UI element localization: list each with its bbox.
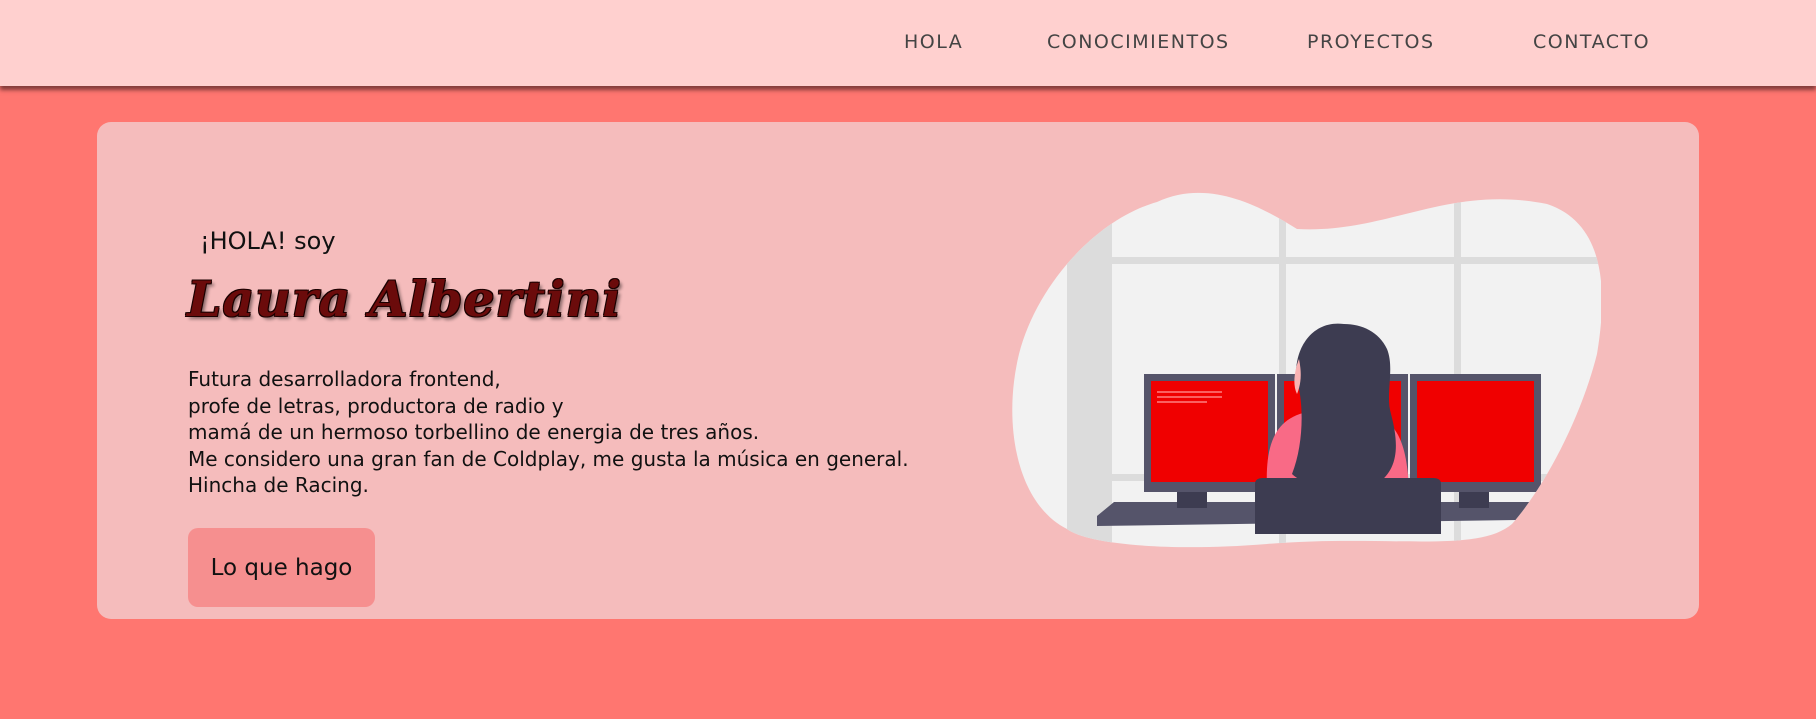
woman-at-computer-illustration-icon bbox=[1012, 192, 1601, 548]
bio-line: Me considero una gran fan de Coldplay, m… bbox=[188, 446, 909, 471]
bio-line: Futura desarrolladora frontend, bbox=[188, 367, 501, 391]
nav-link-conocimientos[interactable]: CONOCIMIENTOS bbox=[1047, 31, 1230, 53]
lo-que-hago-button[interactable]: Lo que hago bbox=[188, 528, 375, 607]
bio-line: profe de letras, productora de radio y bbox=[188, 393, 564, 418]
hero-bio: Futura desarrolladora frontend, profe de… bbox=[188, 366, 909, 499]
hero-card: ¡HOLA! soy Laura Albertini Futura desarr… bbox=[97, 122, 1699, 619]
nav-link-hola[interactable]: HOLA bbox=[904, 31, 963, 53]
hero-greeting: ¡HOLA! soy bbox=[200, 227, 336, 255]
nav-link-proyectos[interactable]: PROYECTOS bbox=[1307, 31, 1435, 53]
navbar: HOLA CONOCIMIENTOS PROYECTOS CONTACTO bbox=[0, 0, 1816, 86]
bio-line: Hincha de Racing. bbox=[188, 473, 369, 497]
bio-line: mamá de un hermoso torbellino de energia… bbox=[188, 420, 760, 444]
nav-link-contacto[interactable]: CONTACTO bbox=[1533, 31, 1650, 53]
hero-name: Laura Albertini bbox=[187, 270, 622, 328]
